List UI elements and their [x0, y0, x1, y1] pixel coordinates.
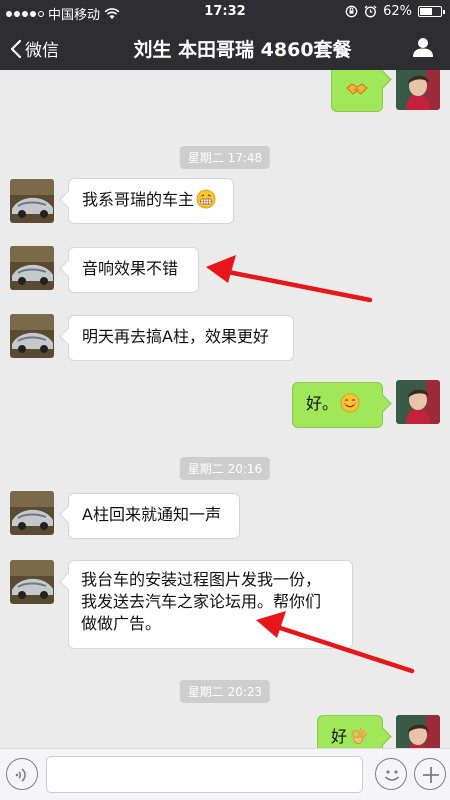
contact-avatar[interactable]: [10, 560, 54, 604]
message-text: 明天再去搞A柱，效果更好: [82, 327, 269, 346]
more-button[interactable]: [414, 758, 446, 790]
red-arrow-icon: [206, 255, 373, 303]
voice-icon: [15, 768, 26, 782]
voice-button[interactable]: [6, 758, 38, 790]
message-bubble-incoming[interactable]: A柱回来就通知一声: [68, 493, 240, 539]
my-avatar[interactable]: [396, 380, 440, 424]
rotation-lock-icon: [345, 5, 358, 18]
smile-icon: [340, 393, 360, 413]
message-text: 音响效果不错: [82, 259, 179, 278]
message-text: 好: [331, 727, 348, 746]
emoji-button[interactable]: [375, 758, 407, 790]
message-bubble-outgoing[interactable]: 好。: [292, 382, 383, 428]
alarm-icon: [364, 5, 377, 18]
contact-avatar[interactable]: [10, 314, 54, 358]
contact-avatar[interactable]: [10, 246, 54, 290]
plus-icon: [423, 767, 439, 783]
message-bubble-outgoing[interactable]: 好: [317, 715, 383, 748]
message-bubble-incoming[interactable]: 我台车的安装过程图片发我一份， 我发送去汽车之家论坛用。帮你们 做做广告。: [68, 560, 353, 649]
ok-hand-icon: [351, 727, 368, 744]
timestamp: 星期二 17:48: [179, 146, 271, 169]
status-bar: 中国移动 17:32 62%: [0, 0, 450, 24]
chat-area[interactable]: 星期二 17:48 我系哥瑞的车主 音响效果不错 明天再去搞A柱，效果更好 好。…: [0, 70, 450, 748]
message-bubble-incoming[interactable]: 明天再去搞A柱，效果更好: [68, 315, 294, 361]
nav-bar: 微信 刘生 本田哥瑞 4860套餐: [0, 24, 450, 70]
message-line: 我发送去汽车之家论坛用。帮你们: [81, 592, 322, 611]
timestamp: 星期二 20:23: [179, 680, 271, 703]
grin-icon: [196, 189, 216, 209]
my-avatar[interactable]: [396, 70, 440, 110]
battery-icon: [418, 6, 445, 17]
chevron-left-icon: [10, 39, 22, 58]
message-bubble-incoming[interactable]: 我系哥瑞的车主: [68, 178, 234, 224]
back-button[interactable]: 微信: [10, 36, 59, 61]
message-input[interactable]: [46, 756, 363, 793]
chat-title: 刘生 本田哥瑞 4860套餐: [133, 39, 352, 61]
person-icon: [413, 38, 433, 57]
contact-avatar[interactable]: [10, 179, 54, 223]
contact-avatar[interactable]: [10, 491, 54, 535]
message-bubble-incoming[interactable]: 音响效果不错: [68, 247, 199, 293]
profile-button[interactable]: [412, 36, 434, 62]
my-avatar[interactable]: [396, 715, 440, 748]
message-line: 我台车的安装过程图片发我一份，: [81, 570, 322, 589]
back-label: 微信: [25, 41, 59, 61]
message-text: A柱回来就通知一声: [82, 505, 221, 524]
message-bubble-outgoing[interactable]: [331, 70, 383, 112]
message-text: 好。: [306, 394, 339, 413]
handshake-icon: [346, 83, 368, 95]
message-text: 我系哥瑞的车主: [82, 190, 195, 209]
input-bar: [0, 748, 450, 800]
timestamp: 星期二 20:16: [179, 457, 271, 480]
message-line: 做做广告。: [81, 614, 162, 633]
battery-percent: 62%: [383, 4, 412, 19]
smiley-icon: [384, 770, 400, 781]
